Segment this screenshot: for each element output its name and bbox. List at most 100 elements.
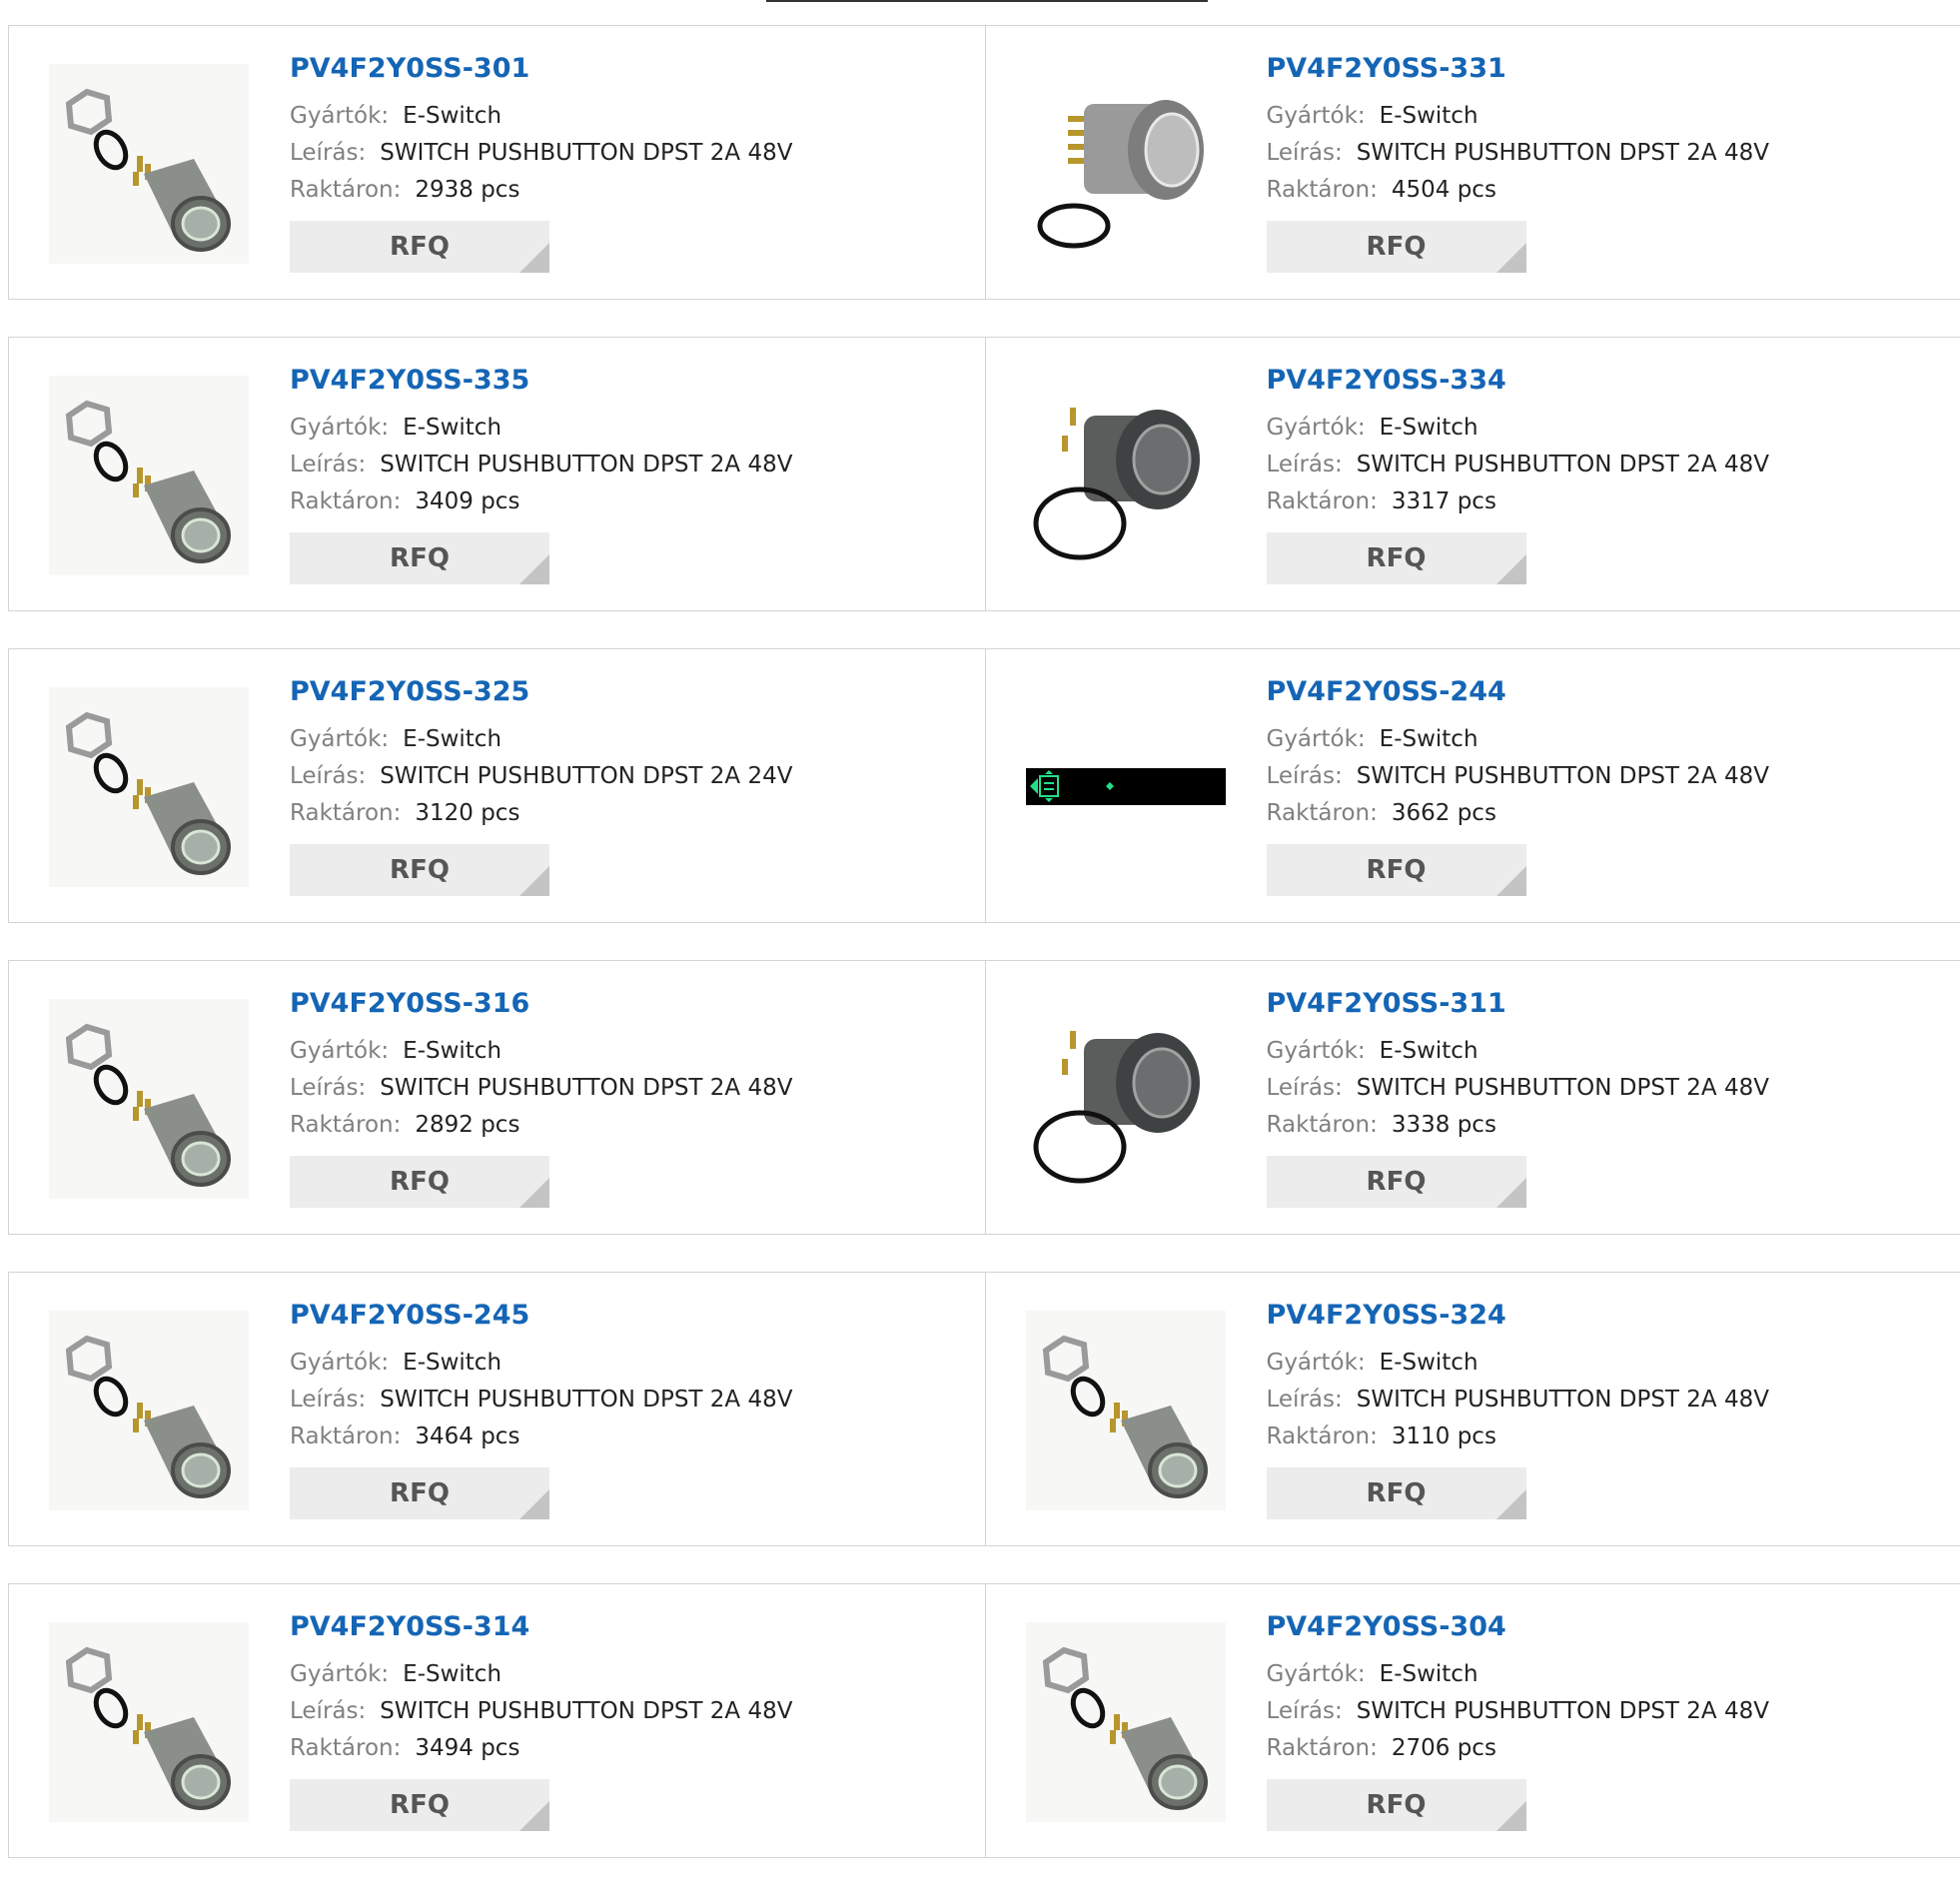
product-info: PV4F2Y0SS-245 Gyártók:E-Switch Leírás:SW… (290, 1300, 792, 1519)
rfq-button[interactable]: RFQ (1267, 1156, 1526, 1208)
product-card: PV4F2Y0SS-244 Gyártók:E-Switch Leírás:SW… (985, 649, 1960, 922)
product-image[interactable] (1026, 1622, 1226, 1822)
manufacturer-value: E-Switch (403, 1038, 501, 1064)
description-value: SWITCH PUSHBUTTON DPST 2A 48V (1357, 1698, 1769, 1724)
product-info: PV4F2Y0SS-314 Gyártók:E-Switch Leírás:SW… (290, 1611, 792, 1831)
manufacturer-label: Gyártók: (290, 415, 389, 441)
product-info: PV4F2Y0SS-311 Gyártók:E-Switch Leírás:SW… (1267, 988, 1769, 1208)
manufacturer-value: E-Switch (1380, 103, 1478, 129)
product-card: PV4F2Y0SS-331 Gyártók:E-Switch Leírás:SW… (985, 26, 1960, 299)
product-image[interactable] (49, 999, 249, 1199)
manufacturer-row: Gyártók: E-Switch (1267, 98, 1769, 135)
stock-row: Raktáron:2892 pcs (290, 1107, 792, 1144)
stock-label: Raktáron: (1267, 800, 1378, 826)
rfq-button[interactable]: RFQ (1267, 844, 1526, 896)
manufacturer-label: Gyártók: (1267, 1350, 1366, 1376)
product-info: PV4F2Y0SS-325 Gyártók: E-Switch Leírás:SW… (290, 676, 792, 896)
part-number-link[interactable]: PV4F2Y0SS-316 (290, 988, 792, 1019)
part-number-link[interactable]: PV4F2Y0SS-325 (290, 676, 792, 707)
description-label: Leírás: (290, 452, 366, 477)
product-image[interactable] (1026, 999, 1226, 1199)
part-number-link[interactable]: PV4F2Y0SS-314 (290, 1611, 792, 1642)
corner-triangle-icon (519, 866, 549, 896)
part-number-link[interactable]: PV4F2Y0SS-324 (1267, 1300, 1769, 1331)
product-image[interactable] (49, 64, 249, 264)
rfq-button[interactable]: RFQ (290, 1779, 549, 1831)
part-number-link[interactable]: PV4F2Y0SS-335 (290, 365, 792, 396)
product-image[interactable] (1026, 376, 1226, 575)
description-row: Leírás:SWITCH PUSHBUTTON DPST 2A 48V (1267, 758, 1769, 795)
manufacturer-value: E-Switch (403, 1350, 501, 1376)
product-image[interactable] (1026, 64, 1226, 264)
description-value: SWITCH PUSHBUTTON DPST 2A 48V (380, 1075, 792, 1101)
product-grid: PV4F2Y0SS-301 Gyártók:E-Switch Leírás:SW… (8, 25, 1960, 1895)
product-card: PV4F2Y0SS-335 Gyártók:E-Switch Leírás:SW… (9, 338, 985, 610)
stock-label: Raktáron: (1267, 488, 1378, 514)
exploded-switch-icon (49, 64, 249, 264)
part-number-link[interactable]: PV4F2Y0SS-304 (1267, 1611, 1769, 1642)
rfq-button[interactable]: RFQ (290, 1156, 549, 1208)
manufacturer-value: E-Switch (403, 726, 501, 752)
description-value: SWITCH PUSHBUTTON DPST 2A 48V (1357, 452, 1769, 477)
exploded-switch-icon (49, 999, 249, 1199)
product-card: PV4F2Y0SS-325 Gyártók: E-Switch Leírás:SW… (9, 649, 985, 922)
description-label: Leírás: (290, 140, 366, 166)
product-image[interactable] (49, 687, 249, 887)
product-image[interactable] (1026, 1311, 1226, 1510)
product-image[interactable] (49, 1622, 249, 1822)
rfq-label: RFQ (1367, 1167, 1427, 1197)
manufacturer-label: Gyártók: (1267, 103, 1366, 129)
product-row: PV4F2Y0SS-314 Gyártók:E-Switch Leírás:SW… (8, 1583, 1960, 1858)
description-row: Leírás:SWITCH PUSHBUTTON DPST 2A 24V (290, 758, 792, 795)
rfq-button[interactable]: RFQ (290, 844, 549, 896)
stock-row: Raktáron:3464 pcs (290, 1419, 792, 1455)
product-info: PV4F2Y0SS-304 Gyártók:E-Switch Leírás:SW… (1267, 1611, 1769, 1831)
description-value: SWITCH PUSHBUTTON DPST 2A 48V (1357, 763, 1769, 789)
part-number-link[interactable]: PV4F2Y0SS-331 (1267, 53, 1769, 84)
stock-label: Raktáron: (290, 177, 401, 203)
rfq-button[interactable]: RFQ (1267, 532, 1526, 584)
part-number-link[interactable]: PV4F2Y0SS-301 (290, 53, 792, 84)
manufacturer-label: Gyártók: (1267, 726, 1366, 752)
corner-triangle-icon (519, 554, 549, 584)
corner-triangle-icon (1496, 1178, 1526, 1208)
description-value: SWITCH PUSHBUTTON DPST 2A 48V (380, 140, 792, 166)
manufacturer-row: Gyártók:E-Switch (1267, 721, 1769, 758)
manufacturer-row: Gyártók:E-Switch (290, 98, 792, 135)
part-number-link[interactable]: PV4F2Y0SS-244 (1267, 676, 1769, 707)
manufacturer-label: Gyártók: (290, 103, 389, 129)
rfq-button[interactable]: RFQ (290, 1467, 549, 1519)
description-label: Leírás: (1267, 1387, 1343, 1413)
stock-label: Raktáron: (290, 1423, 401, 1449)
manufacturer-label: Gyártók: (1267, 1038, 1366, 1064)
rfq-button[interactable]: RFQ (290, 532, 549, 584)
description-label: Leírás: (1267, 1075, 1343, 1101)
stock-value: 4504 pcs (1392, 177, 1496, 203)
manufacturer-label: Gyártók: (290, 726, 389, 752)
description-row: Leírás:SWITCH PUSHBUTTON DPST 2A 48V (290, 1693, 792, 1730)
manufacturer-row: Gyártók:E-Switch (1267, 1656, 1769, 1693)
description-value: SWITCH PUSHBUTTON DPST 2A 48V (380, 452, 792, 477)
part-number-link[interactable]: PV4F2Y0SS-311 (1267, 988, 1769, 1019)
rfq-label: RFQ (390, 543, 450, 573)
part-number-link[interactable]: PV4F2Y0SS-245 (290, 1300, 792, 1331)
manufacturer-row: Gyártók:E-Switch (1267, 410, 1769, 447)
product-card: PV4F2Y0SS-314 Gyártók:E-Switch Leírás:SW… (9, 1584, 985, 1857)
rfq-button[interactable]: RFQ (290, 221, 549, 273)
product-image[interactable] (49, 376, 249, 575)
product-image[interactable] (1026, 687, 1226, 887)
product-info: PV4F2Y0SS-316 Gyártók: E-Switch Leírás:SW… (290, 988, 792, 1208)
product-image[interactable] (49, 1311, 249, 1510)
description-label: Leírás: (1267, 140, 1343, 166)
exploded-switch-icon (1026, 1622, 1226, 1822)
stock-value: 3110 pcs (1392, 1423, 1496, 1449)
stock-value: 2706 pcs (1392, 1735, 1496, 1761)
corner-triangle-icon (519, 1489, 549, 1519)
manufacturer-label: Gyártók: (1267, 415, 1366, 441)
part-number-link[interactable]: PV4F2Y0SS-334 (1267, 365, 1769, 396)
manufacturer-label: Gyártók: (290, 1038, 389, 1064)
rfq-button[interactable]: RFQ (1267, 1467, 1526, 1519)
rfq-button[interactable]: RFQ (1267, 221, 1526, 273)
rfq-button[interactable]: RFQ (1267, 1779, 1526, 1831)
description-row: Leírás:SWITCH PUSHBUTTON DPST 2A 48V (290, 1070, 792, 1107)
